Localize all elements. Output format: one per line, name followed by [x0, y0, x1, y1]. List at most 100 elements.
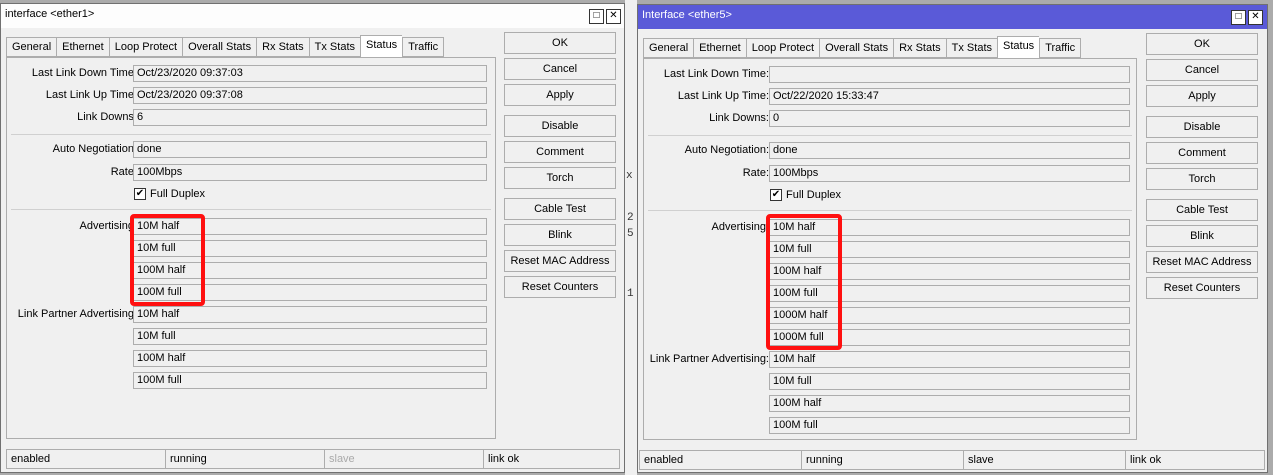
- rate-field: 100Mbps: [133, 164, 487, 181]
- auto-negotiation-field: done: [133, 141, 487, 158]
- tab-status[interactable]: Status: [360, 35, 403, 57]
- status-pane: Last Link Down Time: Oct/23/2020 09:37:0…: [6, 57, 496, 439]
- last-link-down-field: [769, 66, 1130, 83]
- window-title: interface <ether1>: [5, 8, 95, 20]
- status-link: link ok: [1125, 450, 1265, 470]
- close-icon[interactable]: ✕: [1248, 10, 1263, 25]
- tab-status[interactable]: Status: [997, 36, 1040, 58]
- partner-item: 10M half: [769, 351, 1130, 368]
- partner-item: 100M half: [133, 350, 487, 367]
- advertising-label: Advertising:: [79, 220, 137, 232]
- full-duplex-checkbox[interactable]: ✔ Full Duplex: [770, 189, 841, 201]
- background-text: 5: [627, 228, 634, 240]
- last-link-up-field: Oct/23/2020 09:37:08: [133, 87, 487, 104]
- rate-label: Rate:: [742, 167, 769, 179]
- advertising-item: 10M half: [769, 219, 1130, 236]
- separator: [11, 209, 491, 210]
- reset-mac-address-button[interactable]: Reset MAC Address: [504, 250, 616, 272]
- tab-ethernet[interactable]: Ethernet: [693, 38, 746, 58]
- advertising-item: 1000M half: [769, 307, 1130, 324]
- link-downs-label: Link Downs:: [77, 111, 137, 123]
- tab-loop-protect[interactable]: Loop Protect: [108, 37, 183, 57]
- advertising-item: 10M full: [769, 241, 1130, 258]
- restore-icon[interactable]: □: [1231, 10, 1246, 25]
- cancel-button[interactable]: Cancel: [504, 58, 616, 80]
- blink-button[interactable]: Blink: [504, 224, 616, 246]
- rate-field: 100Mbps: [769, 165, 1130, 182]
- apply-button[interactable]: Apply: [1146, 85, 1258, 107]
- status-link: link ok: [483, 449, 620, 469]
- tab-traffic[interactable]: Traffic: [402, 37, 445, 57]
- advertising-item: 10M full: [133, 240, 487, 257]
- tab-general[interactable]: General: [643, 38, 694, 58]
- blink-button[interactable]: Blink: [1146, 225, 1258, 247]
- torch-button[interactable]: Torch: [504, 167, 616, 189]
- ok-button[interactable]: OK: [504, 32, 616, 54]
- comment-button[interactable]: Comment: [1146, 142, 1258, 164]
- reset-counters-button[interactable]: Reset Counters: [1146, 277, 1258, 299]
- status-enabled: enabled: [639, 450, 801, 470]
- tab-traffic[interactable]: Traffic: [1039, 38, 1082, 58]
- advertising-item: 100M full: [133, 284, 487, 301]
- disable-button[interactable]: Disable: [504, 115, 616, 137]
- separator: [11, 134, 491, 135]
- separator: [648, 210, 1132, 211]
- status-pane: Last Link Down Time: Last Link Up Time: …: [643, 58, 1137, 440]
- window-titlebar[interactable]: Interface <ether5>: [638, 5, 1267, 29]
- advertising-item: 1000M full: [769, 329, 1130, 346]
- tab-rx-stats[interactable]: Rx Stats: [256, 37, 309, 57]
- link-downs-field: 6: [133, 109, 487, 126]
- window-titlebar[interactable]: interface <ether1>: [1, 4, 624, 28]
- link-partner-advertising-label: Link Partner Advertising:: [649, 353, 769, 365]
- auto-negotiation-field: done: [769, 142, 1130, 159]
- cable-test-button[interactable]: Cable Test: [504, 198, 616, 220]
- last-link-down-label: Last Link Down Time:: [31, 67, 137, 79]
- background-text: 1: [627, 288, 634, 300]
- comment-button[interactable]: Comment: [504, 141, 616, 163]
- advertising-label: Advertising:: [711, 221, 769, 233]
- check-icon: ✔: [770, 189, 782, 201]
- close-icon[interactable]: ✕: [606, 9, 621, 24]
- tab-bar: General Ethernet Loop Protect Overall St…: [6, 35, 445, 57]
- tab-loop-protect[interactable]: Loop Protect: [745, 38, 820, 58]
- partner-item: 100M half: [769, 395, 1130, 412]
- advertising-item: 100M full: [769, 285, 1130, 302]
- link-downs-field: 0: [769, 110, 1130, 127]
- disable-button[interactable]: Disable: [1146, 116, 1258, 138]
- advertising-item: 10M half: [133, 218, 487, 235]
- interface-window-ether1: interface <ether1> □ ✕ General Ethernet …: [0, 3, 625, 473]
- torch-button[interactable]: Torch: [1146, 168, 1258, 190]
- background-text: 2: [627, 212, 634, 224]
- ok-button[interactable]: OK: [1146, 33, 1258, 55]
- full-duplex-label: Full Duplex: [786, 189, 842, 201]
- tab-bar: General Ethernet Loop Protect Overall St…: [643, 36, 1082, 58]
- cancel-button[interactable]: Cancel: [1146, 59, 1258, 81]
- tab-overall-stats[interactable]: Overall Stats: [182, 37, 257, 57]
- partner-item: 100M full: [769, 417, 1130, 434]
- reset-counters-button[interactable]: Reset Counters: [504, 276, 616, 298]
- full-duplex-checkbox[interactable]: ✔ Full Duplex: [134, 188, 205, 200]
- cable-test-button[interactable]: Cable Test: [1146, 199, 1258, 221]
- tab-overall-stats[interactable]: Overall Stats: [819, 38, 894, 58]
- partner-item: 10M full: [133, 328, 487, 345]
- status-enabled: enabled: [6, 449, 165, 469]
- tab-rx-stats[interactable]: Rx Stats: [893, 38, 946, 58]
- check-icon: ✔: [134, 188, 146, 200]
- advertising-item: 100M half: [769, 263, 1130, 280]
- apply-button[interactable]: Apply: [504, 84, 616, 106]
- restore-icon[interactable]: □: [589, 9, 604, 24]
- status-running: running: [801, 450, 963, 470]
- tab-tx-stats[interactable]: Tx Stats: [308, 37, 360, 57]
- last-link-up-field: Oct/22/2020 15:33:47: [769, 88, 1130, 105]
- auto-negotiation-label: Auto Negotiation:: [52, 143, 137, 155]
- tab-ethernet[interactable]: Ethernet: [56, 37, 109, 57]
- last-link-down-label: Last Link Down Time:: [663, 68, 769, 80]
- tab-tx-stats[interactable]: Tx Stats: [945, 38, 997, 58]
- window-title: Interface <ether5>: [642, 9, 732, 21]
- separator: [648, 135, 1132, 136]
- last-link-down-field: Oct/23/2020 09:37:03: [133, 65, 487, 82]
- tab-general[interactable]: General: [6, 37, 57, 57]
- advertising-item: 100M half: [133, 262, 487, 279]
- status-bar: enabled running slave link ok: [6, 449, 620, 469]
- reset-mac-address-button[interactable]: Reset MAC Address: [1146, 251, 1258, 273]
